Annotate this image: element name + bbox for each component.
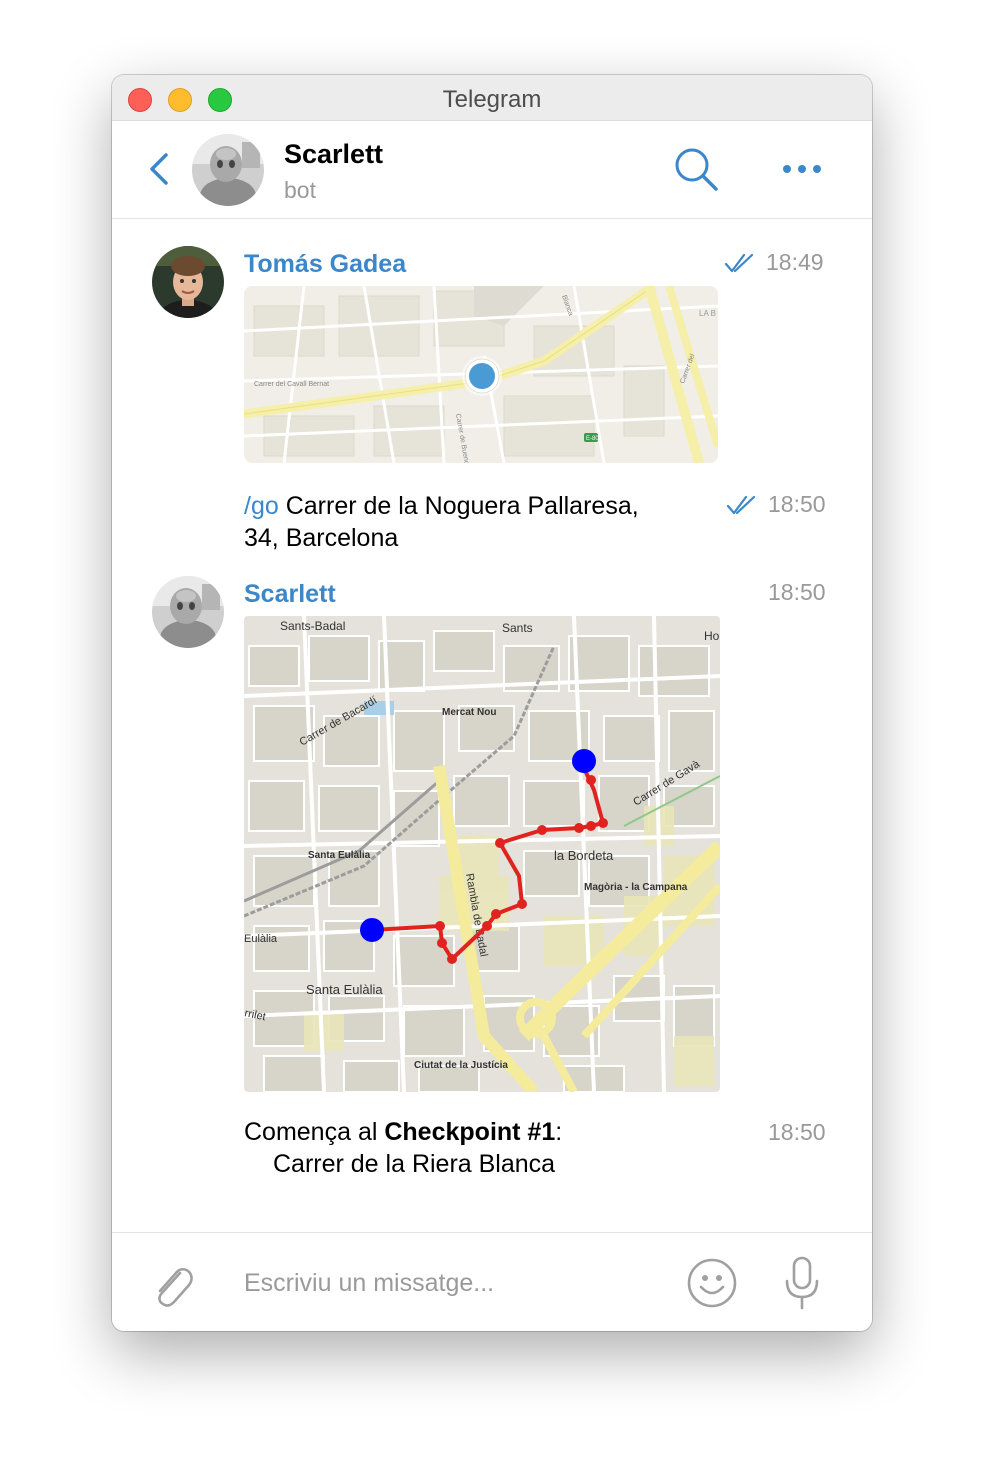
map-label: Santa Eulàlia	[306, 982, 383, 997]
sender-name[interactable]: Tomás Gadea	[244, 250, 406, 279]
map-label: LA B	[699, 309, 716, 318]
message-text-line: 34, Barcelona	[244, 524, 399, 552]
bot-command-link[interactable]: /go	[244, 492, 279, 520]
map-label: Eulàlia	[244, 933, 278, 945]
message-time: 18:50	[768, 1119, 826, 1145]
message-text-line: Carrer de la Noguera Pallaresa,	[278, 492, 639, 520]
map-label: Santa Eulàlia	[308, 850, 371, 861]
message-text-line: Carrer de la Riera Blanca	[273, 1150, 556, 1178]
map-label: E-80	[586, 436, 599, 442]
message-text-part: Comença al	[244, 1118, 385, 1146]
message-input[interactable]	[244, 1263, 664, 1303]
map-label: la Bordeta	[554, 848, 614, 863]
chevron-left-icon[interactable]	[146, 151, 172, 187]
telegram-window: Telegram Scarlett bot Tomás Gadea 18:49 …	[112, 75, 872, 1331]
map-label: Ho	[704, 629, 720, 643]
search-icon[interactable]	[672, 145, 720, 193]
sender-name[interactable]: Scarlett	[244, 580, 336, 609]
message-time: 18:50	[768, 579, 826, 605]
map-label: Mercat Nou	[442, 707, 496, 718]
bot-avatar[interactable]	[152, 576, 224, 648]
chat-header: Scarlett bot	[112, 121, 872, 219]
double-check-icon	[726, 495, 756, 515]
window-title: Telegram	[442, 86, 542, 113]
checkpoint-label: Checkpoint #1	[384, 1118, 556, 1146]
message-text: Comença al Checkpoint #1: Carrer de la R…	[244, 1116, 684, 1180]
double-check-icon	[724, 253, 754, 273]
more-dots-icon[interactable]	[780, 157, 824, 181]
message-composer	[112, 1232, 872, 1331]
route-map-image[interactable]: Sants-Badal Sants Ho Carrer de Bacardí M…	[244, 616, 720, 1092]
title-bar: Telegram	[112, 75, 872, 121]
map-label: Sants	[502, 621, 533, 635]
start-checkpoint-marker	[360, 918, 384, 942]
paperclip-icon[interactable]	[150, 1261, 194, 1309]
message-text-part: :	[555, 1118, 563, 1146]
message-time: 18:50	[768, 491, 826, 517]
message-time: 18:49	[766, 249, 824, 275]
location-map[interactable]: Carrer del Cavall Bernat Carrer de Bueno…	[244, 286, 718, 463]
message-list[interactable]: Tomás Gadea 18:49 Carrer del Cavall Bern…	[112, 220, 872, 1232]
bot-avatar[interactable]	[192, 134, 264, 206]
message-text: /go Carrer de la Noguera Pallaresa, 34, …	[244, 490, 724, 554]
map-label: Ciutat de la Justícia	[414, 1060, 508, 1071]
chat-name: Scarlett	[284, 139, 384, 169]
map-label: Carrer del Cavall Bernat	[254, 381, 329, 388]
chat-status: bot	[284, 177, 316, 203]
map-label: Magòria - la Campana	[584, 882, 688, 893]
end-checkpoint-marker	[572, 749, 596, 773]
emoji-icon[interactable]	[686, 1257, 738, 1309]
microphone-icon[interactable]	[782, 1255, 822, 1311]
sender-avatar[interactable]	[152, 246, 224, 318]
map-label: Sants-Badal	[280, 619, 345, 633]
